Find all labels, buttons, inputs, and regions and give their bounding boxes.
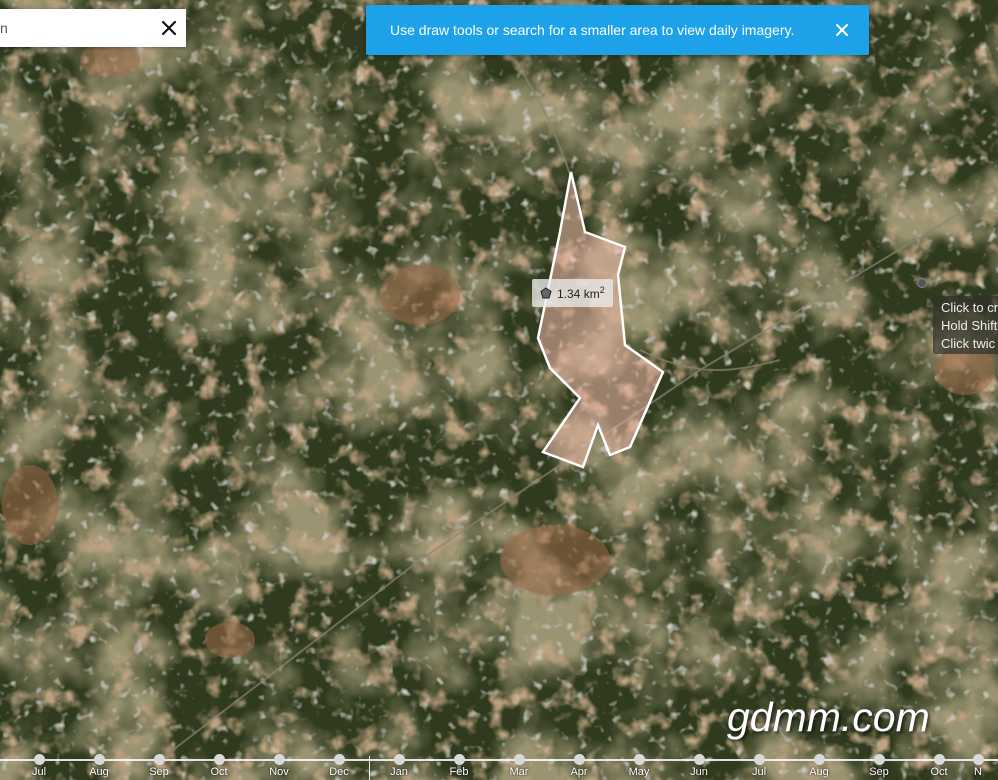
close-icon[interactable] xyxy=(158,17,180,39)
search-input[interactable]: n xyxy=(0,20,8,36)
month-dot[interactable] xyxy=(393,754,405,765)
month-label: Oct xyxy=(930,766,948,778)
month-dot[interactable] xyxy=(633,754,645,765)
polygon-icon xyxy=(540,287,552,299)
month-dot[interactable] xyxy=(93,754,105,765)
notification-close-button[interactable] xyxy=(835,23,849,37)
timeline-month[interactable]: Nov xyxy=(259,754,299,778)
month-dot[interactable] xyxy=(153,754,165,765)
area-measurement-label: 1.34 km2 xyxy=(532,279,613,307)
timeline-month[interactable]: Jul xyxy=(19,754,59,778)
timeline-month[interactable]: Oct xyxy=(919,754,959,778)
month-label: Aug xyxy=(89,766,109,778)
hint-line-2: Hold Shift xyxy=(941,318,998,333)
search-box[interactable]: n xyxy=(0,9,186,47)
timeline-month[interactable]: May xyxy=(619,754,659,778)
hint-line-3: Click twic xyxy=(941,336,996,351)
timeline-month[interactable]: Oct xyxy=(199,754,239,778)
month-label: Nov xyxy=(269,766,289,778)
month-label: Jan xyxy=(390,766,408,778)
month-label: Apr xyxy=(570,766,588,778)
month-label: Dec xyxy=(329,766,349,778)
month-label: Sep xyxy=(869,766,889,778)
month-dot[interactable] xyxy=(813,754,825,765)
month-dot[interactable] xyxy=(573,754,585,765)
satellite-map[interactable] xyxy=(0,0,998,780)
month-label: Feb xyxy=(449,766,469,778)
month-dot[interactable] xyxy=(273,754,285,765)
month-dot[interactable] xyxy=(753,754,765,765)
imagery-terrain xyxy=(0,0,998,780)
area-unit-exponent: 2 xyxy=(599,285,605,295)
month-dot[interactable] xyxy=(513,754,525,765)
month-label: Jun xyxy=(690,766,708,778)
year-divider xyxy=(369,756,370,780)
timeline-month[interactable]: Aug xyxy=(799,754,839,778)
draw-cursor-dot xyxy=(917,278,927,288)
month-dot[interactable] xyxy=(933,754,945,765)
timeline-month[interactable]: Jun xyxy=(679,754,719,778)
close-icon[interactable] xyxy=(835,23,849,37)
timeline-month[interactable]: Dec xyxy=(319,754,359,778)
month-label: Jul xyxy=(751,766,767,778)
month-dot[interactable] xyxy=(693,754,705,765)
timeline-month[interactable]: N xyxy=(958,754,998,778)
watermark: gdmm.com xyxy=(727,694,930,740)
area-value: 1.34 km xyxy=(557,287,600,301)
timeline-month[interactable]: Sep xyxy=(859,754,899,778)
month-dot[interactable] xyxy=(972,754,984,765)
month-dot[interactable] xyxy=(873,754,885,765)
month-dot[interactable] xyxy=(213,754,225,765)
timeline[interactable]: Jul Aug Sep Oct Nov Dec Jan Feb Mar Apr … xyxy=(0,752,998,780)
month-label: N xyxy=(974,766,982,778)
month-label: Sep xyxy=(149,766,169,778)
month-label: Jul xyxy=(31,766,47,778)
month-label: Aug xyxy=(809,766,829,778)
search-clear-button[interactable] xyxy=(158,17,180,39)
month-dot[interactable] xyxy=(333,754,345,765)
timeline-month[interactable]: Mar xyxy=(499,754,539,778)
draw-instructions-tooltip: Click to cr Hold Shift Click twic xyxy=(933,296,998,354)
timeline-month[interactable]: Feb xyxy=(439,754,479,778)
month-dot[interactable] xyxy=(453,754,465,765)
month-label: Oct xyxy=(210,766,228,778)
timeline-month[interactable]: Jan xyxy=(379,754,419,778)
month-dot[interactable] xyxy=(33,754,45,765)
timeline-month[interactable]: Jul xyxy=(739,754,779,778)
timeline-month[interactable]: Aug xyxy=(79,754,119,778)
notification-text: Use draw tools or search for a smaller a… xyxy=(390,22,795,38)
timeline-month[interactable]: Apr xyxy=(559,754,599,778)
month-label: May xyxy=(628,766,650,778)
hint-line-1: Click to cr xyxy=(941,300,998,315)
timeline-month[interactable]: Sep xyxy=(139,754,179,778)
info-notification: Use draw tools or search for a smaller a… xyxy=(366,5,869,55)
month-label: Mar xyxy=(509,766,529,778)
